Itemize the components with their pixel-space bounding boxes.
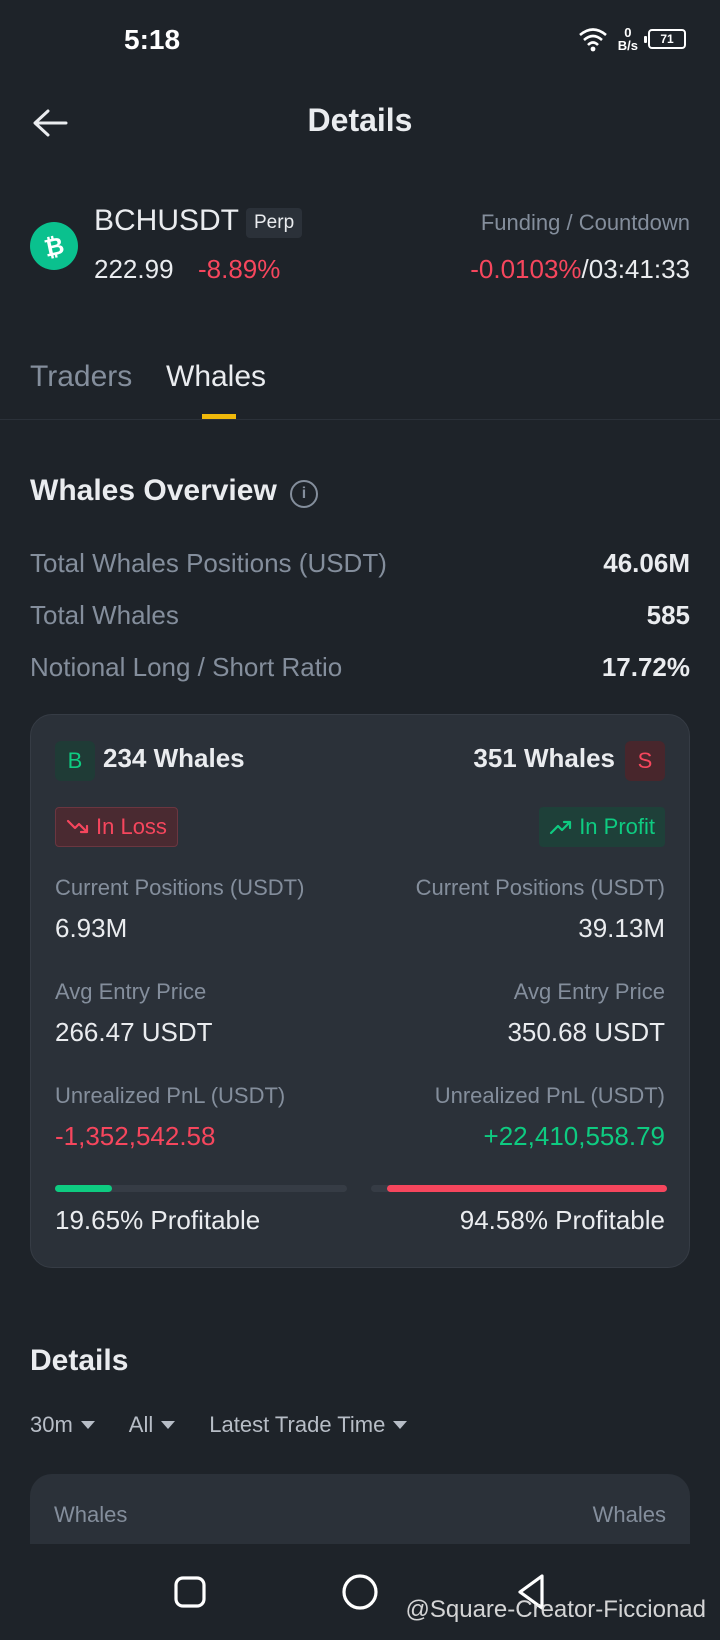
long-profitable-text: 19.65% Profitable — [55, 1205, 261, 1235]
overview-title: Whales Overview — [30, 474, 277, 507]
funding-separator: / — [581, 254, 589, 284]
details-header-left: Whales — [54, 1502, 128, 1527]
info-icon[interactable]: i — [290, 480, 318, 508]
in-profit-pill: In Profit — [539, 807, 665, 847]
recent-apps-icon[interactable] — [170, 1572, 210, 1612]
details-list: Whales Whales — [30, 1474, 690, 1544]
long-pnl-label: Unrealized PnL (USDT) — [55, 1083, 286, 1108]
side-filter[interactable]: All — [128, 1412, 176, 1438]
status-bar: 5:18 0 B/s 71 — [0, 0, 720, 84]
svg-text:₿: ₿ — [42, 231, 67, 261]
stat-row-long-short-ratio: Notional Long / Short Ratio 17.72% — [30, 652, 690, 692]
status-time: 5:18 — [124, 24, 181, 55]
wifi-icon — [578, 28, 607, 52]
long-positions-value: 6.93M — [55, 913, 128, 943]
watermark: @Square-Creator-Ficcionad — [405, 1596, 706, 1623]
perp-badge: Perp — [246, 208, 303, 238]
long-positions-label: Current Positions (USDT) — [55, 875, 305, 900]
long-badge: B — [55, 741, 95, 781]
active-tab-indicator — [202, 414, 236, 419]
short-profitable-fill — [387, 1185, 667, 1192]
battery-icon: 71 — [644, 29, 686, 49]
bitcoin-glyph-icon: ₿ — [42, 231, 67, 261]
page-title: Details — [307, 102, 413, 138]
details-title: Details — [30, 1344, 129, 1377]
long-entry-value: 266.47 USDT — [55, 1017, 213, 1047]
short-profitable-text: 94.58% Profitable — [459, 1205, 665, 1235]
stat-label: Total Whales Positions (USDT) — [30, 548, 387, 578]
stat-row-total-positions: Total Whales Positions (USDT) 46.06M — [30, 548, 690, 588]
sort-filter[interactable]: Latest Trade Time — [209, 1412, 408, 1438]
funding-label: Funding / Countdown — [480, 210, 690, 235]
trend-down-icon — [66, 819, 89, 834]
stat-value: 585 — [646, 600, 690, 630]
long-profitable-fill — [55, 1185, 113, 1192]
short-entry-value: 350.68 USDT — [507, 1017, 665, 1047]
funding-value: -0.0103%/03:41:33 — [470, 254, 690, 285]
home-icon[interactable] — [340, 1572, 380, 1612]
long-short-card: B 234 Whales 351 Whales S In Loss In Pro… — [30, 714, 690, 1268]
price-change: -8.89% — [198, 254, 281, 284]
long-profitable-bar — [55, 1185, 347, 1192]
last-price: 222.99 — [94, 254, 174, 284]
details-filters: 30m All Latest Trade Time — [30, 1412, 408, 1438]
header: Details — [0, 90, 720, 156]
short-whale-count: 351 Whales — [473, 743, 615, 773]
short-entry-label: Avg Entry Price — [513, 979, 665, 1004]
net-speed-unit: B/s — [617, 38, 638, 53]
in-loss-pill: In Loss — [55, 807, 178, 847]
stat-value: 46.06M — [603, 548, 690, 578]
short-pnl-value: +22,410,558.79 — [483, 1121, 665, 1151]
tab-whales[interactable]: Whales — [166, 360, 266, 394]
short-pnl-label: Unrealized PnL (USDT) — [434, 1083, 665, 1108]
status-icons: 0 B/s 71 — [578, 26, 686, 52]
short-positions-label: Current Positions (USDT) — [415, 875, 665, 900]
tab-bar: Traders Whales — [0, 350, 720, 420]
ticker-symbol: BCHUSDT — [94, 204, 240, 237]
ticker-summary: ₿ BCHUSDT Perp 222.99 -8.89% Funding / C… — [0, 200, 720, 300]
stat-row-total-whales: Total Whales 585 — [30, 600, 690, 640]
caret-down-icon — [80, 1421, 95, 1429]
stat-label: Total Whales — [30, 600, 179, 630]
long-pnl-value: -1,352,542.58 — [55, 1121, 216, 1151]
trend-up-icon — [550, 820, 572, 835]
side-filter-label: All — [128, 1412, 154, 1437]
bitcoin-cash-icon: ₿ — [30, 222, 78, 270]
long-entry-label: Avg Entry Price — [55, 979, 207, 1004]
short-profitable-bar — [371, 1185, 667, 1192]
stat-value: 17.72% — [601, 652, 690, 682]
in-loss-label: In Loss — [96, 814, 167, 839]
short-positions-value: 39.13M — [578, 913, 665, 943]
tab-traders[interactable]: Traders — [30, 360, 132, 394]
funding-rate: -0.0103% — [470, 254, 582, 284]
caret-down-icon — [393, 1421, 408, 1429]
interval-filter[interactable]: 30m — [30, 1412, 95, 1438]
short-badge: S — [625, 741, 665, 781]
net-speed: 0 B/s — [618, 26, 638, 52]
sort-filter-label: Latest Trade Time — [209, 1412, 386, 1437]
interval-filter-label: 30m — [30, 1412, 73, 1437]
stat-label: Notional Long / Short Ratio — [30, 652, 343, 682]
system-nav-bar: @Square-Creator-Ficcionad — [0, 1544, 720, 1640]
funding-countdown: 03:41:33 — [588, 254, 690, 284]
details-header-right: Whales — [592, 1502, 666, 1527]
in-profit-label: In Profit — [579, 814, 655, 839]
caret-down-icon — [161, 1421, 176, 1429]
long-whale-count: 234 Whales — [103, 743, 245, 773]
